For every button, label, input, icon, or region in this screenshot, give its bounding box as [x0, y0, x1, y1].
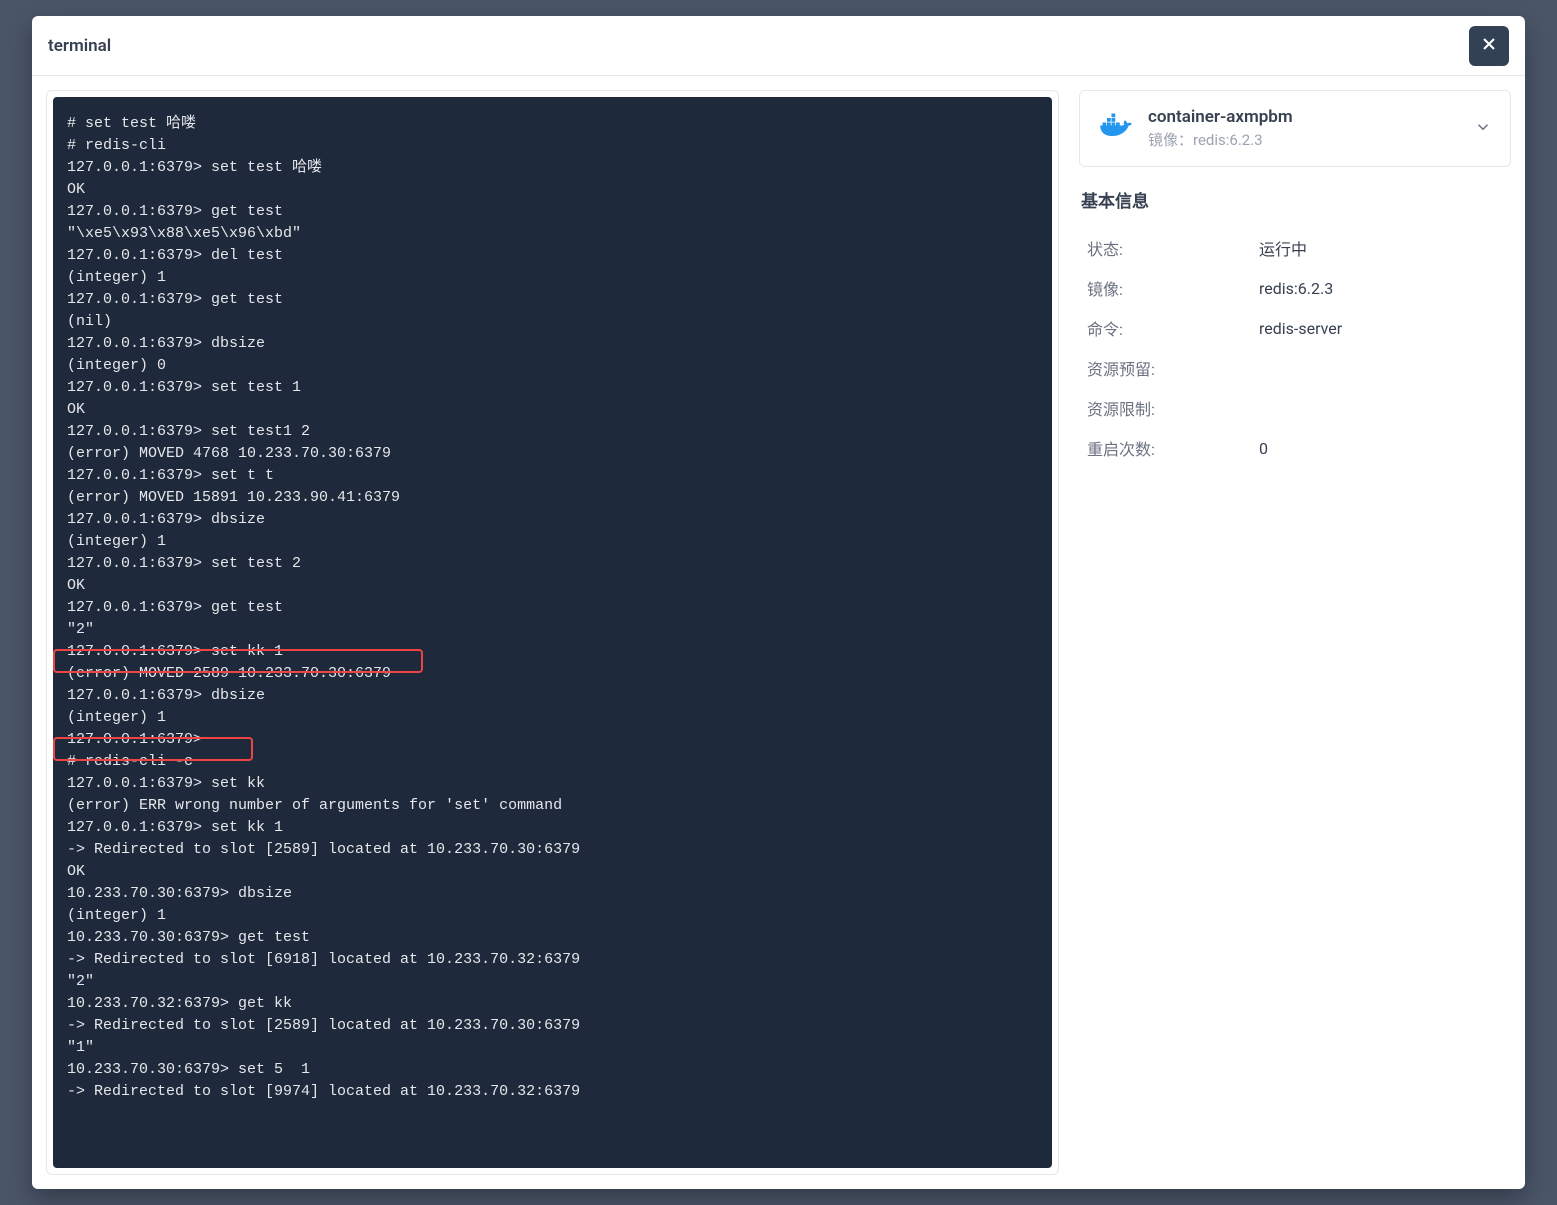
modal-title: terminal — [48, 36, 111, 56]
container-name: container-axmpbm — [1148, 107, 1460, 127]
info-row: 状态:运行中 — [1087, 228, 1503, 268]
sidebar: container-axmpbm 镜像：redis:6.2.3 基本信息 状态:… — [1079, 90, 1511, 1175]
docker-icon — [1098, 113, 1134, 145]
info-key: 资源限制: — [1087, 396, 1259, 420]
info-row: 镜像:redis:6.2.3 — [1087, 268, 1503, 308]
chevron-down-icon — [1474, 118, 1492, 140]
terminal-panel: # set test 哈喽 # redis-cli 127.0.0.1:6379… — [46, 90, 1059, 1175]
close-button[interactable] — [1469, 26, 1509, 66]
container-card[interactable]: container-axmpbm 镜像：redis:6.2.3 — [1079, 90, 1511, 167]
info-key: 状态: — [1087, 236, 1259, 260]
container-subtitle-value: redis:6.2.3 — [1193, 131, 1263, 149]
terminal-output[interactable]: # set test 哈喽 # redis-cli 127.0.0.1:6379… — [53, 97, 1052, 1168]
info-key: 镜像: — [1087, 276, 1259, 300]
container-info: container-axmpbm 镜像：redis:6.2.3 — [1148, 107, 1460, 150]
info-key: 资源预留: — [1087, 356, 1259, 380]
container-subtitle-prefix: 镜像： — [1148, 131, 1193, 149]
info-value: redis:6.2.3 — [1259, 279, 1333, 298]
info-section-title: 基本信息 — [1081, 187, 1511, 212]
container-subtitle: 镜像：redis:6.2.3 — [1148, 129, 1460, 150]
info-row: 资源限制: — [1087, 388, 1503, 428]
info-value: 运行中 — [1259, 236, 1307, 260]
info-row: 重启次数:0 — [1087, 428, 1503, 468]
info-row: 命令:redis-server — [1087, 308, 1503, 348]
info-table: 状态:运行中镜像:redis:6.2.3命令:redis-server资源预留:… — [1079, 228, 1511, 468]
info-key: 重启次数: — [1087, 436, 1259, 460]
modal-body: # set test 哈喽 # redis-cli 127.0.0.1:6379… — [32, 76, 1525, 1189]
info-key: 命令: — [1087, 316, 1259, 340]
info-value: 0 — [1259, 439, 1268, 458]
terminal-modal: terminal # set test 哈喽 # redis-cli 127.0… — [32, 16, 1525, 1189]
info-value: redis-server — [1259, 319, 1342, 338]
modal-header: terminal — [32, 16, 1525, 76]
info-row: 资源预留: — [1087, 348, 1503, 388]
terminal-lines: # set test 哈喽 # redis-cli 127.0.0.1:6379… — [67, 113, 1038, 1103]
close-icon — [1479, 34, 1499, 58]
